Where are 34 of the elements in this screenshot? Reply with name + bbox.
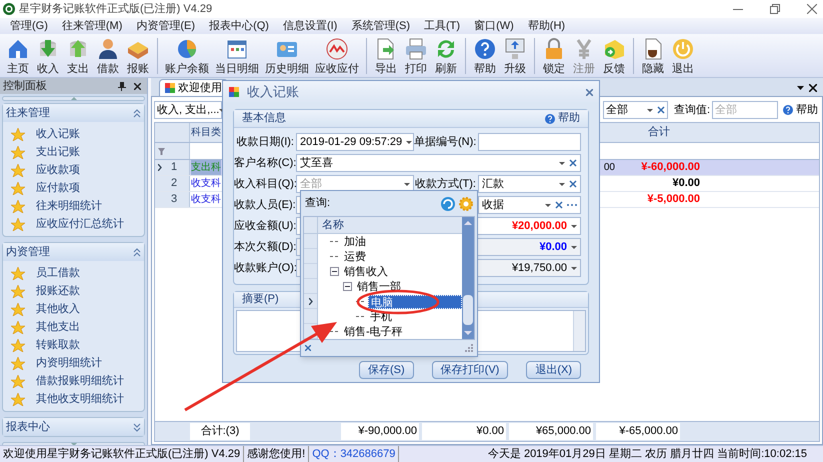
field-label: 收款方式(T): (414, 178, 476, 190)
field-label: 本次欠额(D): (234, 240, 296, 253)
field-label: 收入科目(Q): (234, 178, 297, 190)
total-cell: 合计:(3) (190, 423, 250, 440)
field-label: 单据编号(N): (414, 136, 476, 148)
table-cell-text: 收支科 (191, 192, 221, 207)
row-number: 3 (171, 192, 178, 208)
table-cell-text: ¥-5,000.00 (647, 192, 700, 208)
total-cell: ¥65,000.00 (509, 423, 593, 440)
window-title: 星宇财务记账软件正式版(已注册) V4.29 (19, 2, 212, 17)
field-label: 应收金额(U): (234, 220, 296, 232)
panel-title: 控制面板 (3, 78, 48, 94)
total-cell: ¥-65,000.00 (596, 423, 680, 440)
field-label: 客户名称(C): (234, 156, 296, 169)
field-label: 收款人员(E): (234, 198, 296, 211)
table-cell-text: ¥-60,000.00 (641, 160, 700, 176)
query-label: 查询值: (674, 102, 710, 118)
group-title: 摘要(P) (242, 292, 279, 308)
query-label: 查询: (305, 196, 332, 212)
table-cell-text: ¥0.00 (672, 176, 700, 192)
row-number: 2 (171, 176, 178, 192)
field-label: 收款账户(O): (234, 262, 297, 274)
total-cell: ¥-90,000.00 (341, 423, 419, 440)
table-cell-text: 收支科 (191, 176, 221, 191)
group-title: 基本信息 (242, 111, 287, 126)
dialog-title: 收入记账 (247, 83, 300, 102)
row-number: 1 (171, 160, 178, 176)
status-text: 感谢您使用! (244, 446, 310, 462)
table-cell-text: 00 (604, 161, 615, 175)
status-text: 欢迎使用星宇财务记账软件正式版(已注册) V4.29 (0, 446, 244, 462)
table-cell: 支出科 (191, 160, 221, 175)
date-time-text: 今天是 2019年01月29日 星期二 农历 腊月廿四 当前时间:10:02:15 (486, 446, 808, 462)
total-cell: ¥0.00 (422, 423, 506, 440)
field-label: 收款日期(I): (236, 136, 294, 148)
